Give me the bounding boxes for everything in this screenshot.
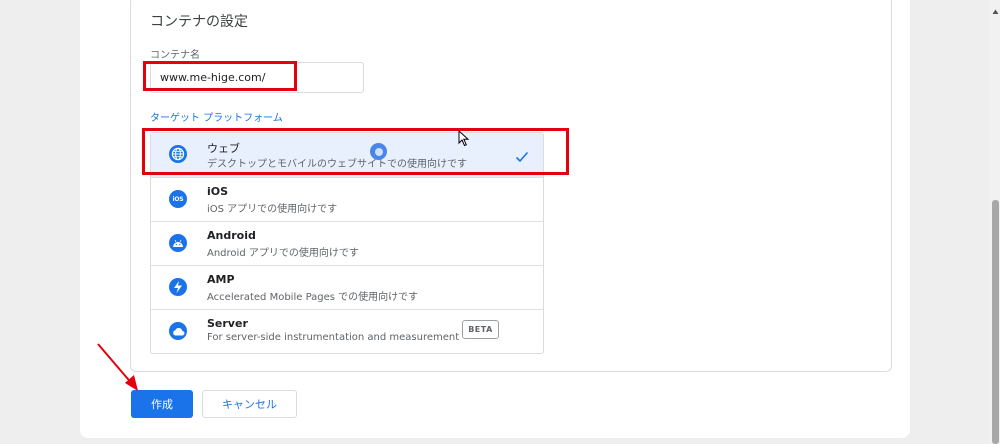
container-name-input[interactable] <box>150 62 364 93</box>
platform-description: Android アプリでの使用向けです <box>207 248 359 259</box>
platform-name: ウェブ <box>207 142 240 155</box>
amp-bolt-icon <box>169 278 187 296</box>
platform-description: Accelerated Mobile Pages での使用向けです <box>207 292 419 303</box>
beta-badge: BETA <box>462 320 499 339</box>
platform-description: デスクトップとモバイルのウェブサイトでの使用向けです <box>207 159 467 170</box>
platform-description: iOS アプリでの使用向けです <box>207 204 338 215</box>
globe-icon <box>169 145 187 163</box>
cloud-icon <box>169 322 187 340</box>
platform-list: ウェブ デスクトップとモバイルのウェブサイトでの使用向けです iOS iOS i… <box>150 132 544 354</box>
platform-option-amp[interactable]: AMP Accelerated Mobile Pages での使用向けです <box>151 265 543 309</box>
platform-description: For server-side instrumentation and meas… <box>207 332 460 343</box>
scroll-up-arrow-icon[interactable] <box>992 0 999 19</box>
scrollbar-thumb[interactable] <box>992 200 999 444</box>
platform-option-ios[interactable]: iOS iOS iOS アプリでの使用向けです <box>151 177 543 221</box>
platform-name: iOS <box>207 185 229 198</box>
platform-option-web[interactable]: ウェブ デスクトップとモバイルのウェブサイトでの使用向けです <box>151 133 543 177</box>
platform-name: AMP <box>207 273 235 286</box>
cancel-button[interactable]: キャンセル <box>202 390 297 418</box>
target-platform-label: ターゲット プラットフォーム <box>150 113 283 124</box>
mouse-cursor-icon <box>458 129 470 151</box>
check-icon <box>515 148 529 167</box>
click-indicator <box>370 143 387 160</box>
container-name-label: コンテナ名 <box>150 50 200 61</box>
android-icon <box>169 234 187 252</box>
platform-name: Android <box>207 229 256 242</box>
platform-option-android[interactable]: Android Android アプリでの使用向けです <box>151 221 543 265</box>
annotation-arrow-icon <box>95 342 145 396</box>
platform-option-server[interactable]: Server For server-side instrumentation a… <box>151 309 543 353</box>
platform-name: Server <box>207 317 248 330</box>
section-title: コンテナの設定 <box>150 14 248 30</box>
ios-icon: iOS <box>169 190 187 208</box>
